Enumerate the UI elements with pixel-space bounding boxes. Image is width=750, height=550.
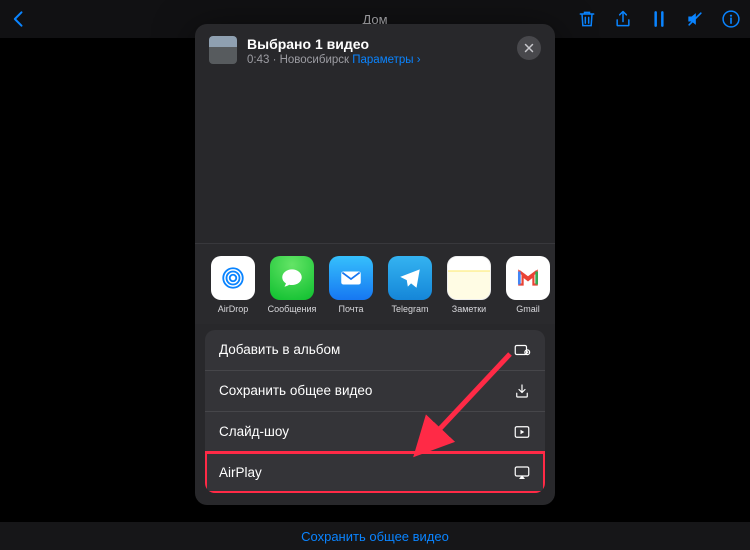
action-label: AirPlay xyxy=(219,465,262,480)
app-label: Gmail xyxy=(516,304,540,314)
app-label: Сообщения xyxy=(268,304,317,314)
share-sheet-subtitle: 0:43 · Новосибирск Параметры › xyxy=(247,54,517,66)
chevron-left-icon xyxy=(9,9,29,29)
share-sheet-header: Выбрано 1 видео 0:43 · Новосибирск Парам… xyxy=(195,24,555,76)
action-add-to-album[interactable]: Добавить в альбом xyxy=(205,330,545,370)
speaker-off-icon xyxy=(685,9,705,29)
app-telegram[interactable]: Telegram xyxy=(388,256,432,314)
app-mail[interactable]: Почта xyxy=(329,256,373,314)
close-icon xyxy=(523,42,535,54)
action-slideshow[interactable]: Слайд-шоу xyxy=(205,411,545,452)
share-sheet-title: Выбрано 1 видео xyxy=(247,36,517,53)
album-icon xyxy=(513,341,531,359)
download-icon xyxy=(513,382,531,400)
action-label: Слайд-шоу xyxy=(219,424,289,439)
play-rect-icon xyxy=(513,423,531,441)
app-notes[interactable]: Заметки xyxy=(447,256,491,314)
action-label: Добавить в альбом xyxy=(219,342,340,357)
app-label: AirDrop xyxy=(218,304,249,314)
chevron-right-icon: › xyxy=(414,54,421,66)
mute-button[interactable] xyxy=(684,8,706,30)
share-button[interactable] xyxy=(612,8,634,30)
info-button[interactable] xyxy=(720,8,742,30)
app-label: Почта xyxy=(339,304,364,314)
share-sheet: Выбрано 1 видео 0:43 · Новосибирск Парам… xyxy=(195,24,555,505)
close-button[interactable] xyxy=(517,36,541,60)
trash-button[interactable] xyxy=(576,8,598,30)
options-link[interactable]: Параметры xyxy=(352,54,413,66)
app-messages[interactable]: Сообщения xyxy=(270,256,314,314)
share-sheet-preview xyxy=(195,76,555,244)
airplay-icon xyxy=(513,464,531,482)
info-icon xyxy=(721,9,741,29)
telegram-icon xyxy=(397,265,423,291)
save-shared-video-button[interactable]: Сохранить общее видео xyxy=(301,529,449,544)
pause-button[interactable] xyxy=(648,8,670,30)
action-airplay[interactable]: AirPlay xyxy=(205,452,545,493)
action-save-shared-video[interactable]: Сохранить общее видео xyxy=(205,370,545,411)
app-label: Telegram xyxy=(391,304,428,314)
app-airdrop[interactable]: AirDrop xyxy=(211,256,255,314)
gmail-icon xyxy=(515,265,541,291)
back-button[interactable] xyxy=(8,8,30,30)
mail-icon xyxy=(338,265,364,291)
video-thumbnail xyxy=(209,36,237,64)
notes-icon xyxy=(447,256,491,300)
share-icon xyxy=(613,9,633,29)
action-label: Сохранить общее видео xyxy=(219,383,372,398)
bottom-bar: Сохранить общее видео xyxy=(0,522,750,550)
pause-icon xyxy=(649,9,669,29)
app-label: Заметки xyxy=(452,304,486,314)
share-app-row[interactable]: AirDrop Сообщения Почта Telegram Заметки… xyxy=(195,244,555,324)
action-list: Добавить в альбом Сохранить общее видео … xyxy=(205,330,545,493)
airdrop-icon xyxy=(220,265,246,291)
trash-icon xyxy=(577,9,597,29)
messages-icon xyxy=(279,265,305,291)
app-gmail[interactable]: Gmail xyxy=(506,256,550,314)
